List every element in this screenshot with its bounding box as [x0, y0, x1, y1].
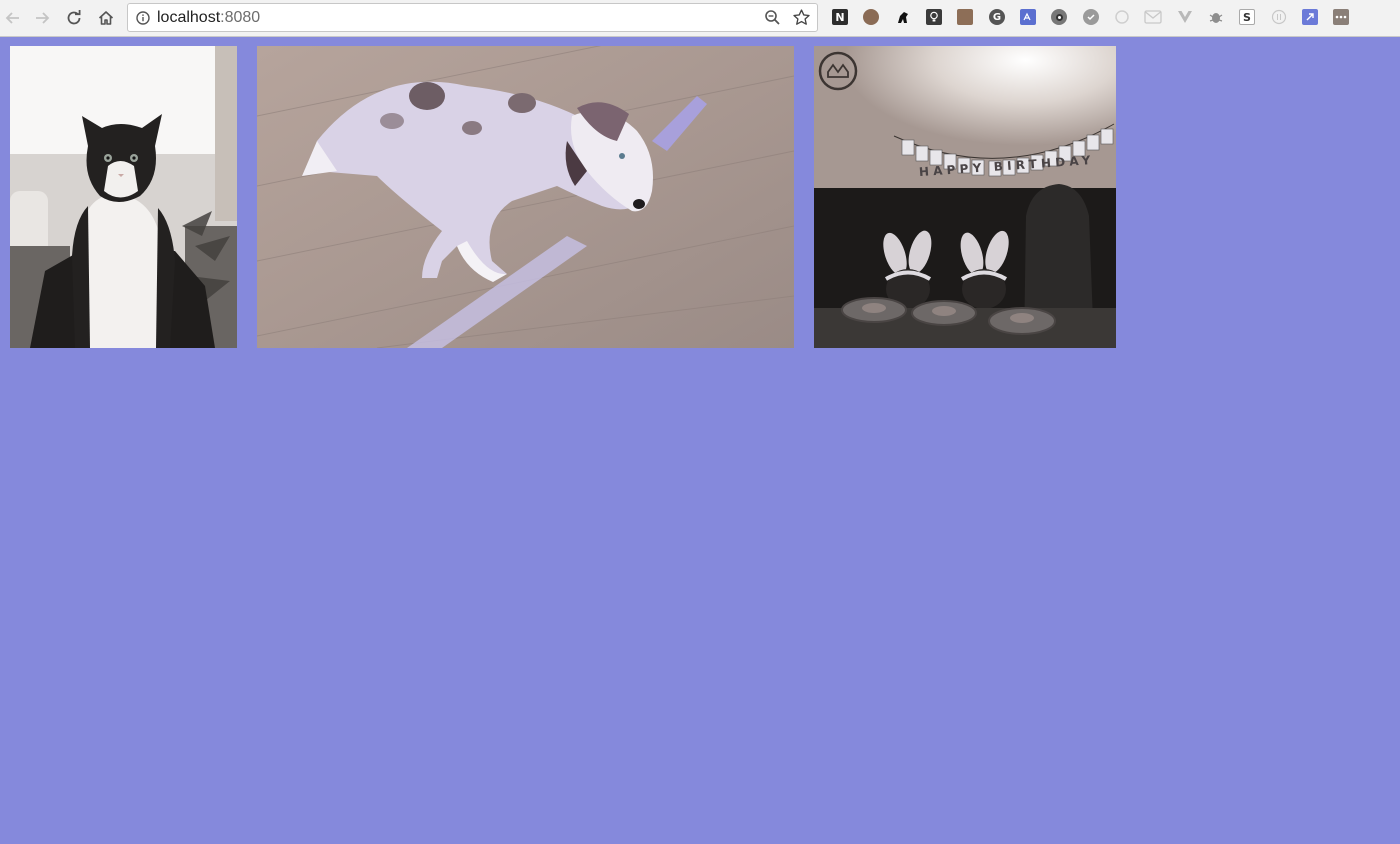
bookmark-star-icon[interactable]	[792, 8, 811, 27]
home-icon	[98, 11, 114, 25]
lightbulb-extension-icon[interactable]	[925, 8, 943, 26]
book-extension-icon[interactable]	[956, 8, 974, 26]
zoom-icon[interactable]	[764, 9, 781, 26]
bug-extension-icon[interactable]	[1207, 8, 1225, 26]
url-host: localhost	[157, 9, 221, 26]
back-button[interactable]	[0, 5, 26, 31]
browser-toolbar: localhost:8080 N G S	[0, 0, 1400, 37]
eye-extension-icon[interactable]	[1050, 8, 1068, 26]
url-port: :8080	[220, 9, 261, 26]
address-bar[interactable]: localhost:8080	[127, 3, 818, 32]
cookie-extension-icon[interactable]	[862, 8, 880, 26]
forward-icon	[36, 12, 50, 24]
translate-extension-icon[interactable]	[1019, 8, 1037, 26]
s-extension-letter: S	[1239, 9, 1255, 25]
sync-extension-icon[interactable]	[1113, 8, 1131, 26]
reload-button[interactable]	[61, 5, 87, 31]
vue-extension-icon[interactable]	[1176, 8, 1194, 26]
home-button[interactable]	[93, 5, 119, 31]
url-text[interactable]: localhost:8080	[157, 9, 260, 27]
s-extension-icon[interactable]: S	[1238, 8, 1256, 26]
cat-photo[interactable]	[10, 46, 237, 348]
back-icon	[5, 12, 19, 24]
grammarly-extension-icon[interactable]: G	[988, 8, 1006, 26]
mail-extension-icon[interactable]	[1144, 8, 1162, 26]
more-extension-icon[interactable]	[1332, 8, 1350, 26]
dog-photo[interactable]	[257, 46, 794, 348]
grammarly-extension-letter: G	[989, 9, 1005, 25]
arrow-extension-icon[interactable]	[1301, 8, 1319, 26]
reload-icon	[67, 10, 81, 25]
notion-extension-letter: N	[832, 9, 848, 25]
dog-extension-icon[interactable]	[894, 8, 912, 26]
check-extension-icon[interactable]	[1082, 8, 1100, 26]
info-icon[interactable]	[136, 11, 150, 25]
birthday-photo[interactable]: HAPPY BIRTHDAY	[814, 46, 1116, 348]
notion-extension-icon[interactable]: N	[831, 8, 849, 26]
json-extension-icon[interactable]	[1270, 8, 1288, 26]
forward-button[interactable]	[29, 5, 55, 31]
